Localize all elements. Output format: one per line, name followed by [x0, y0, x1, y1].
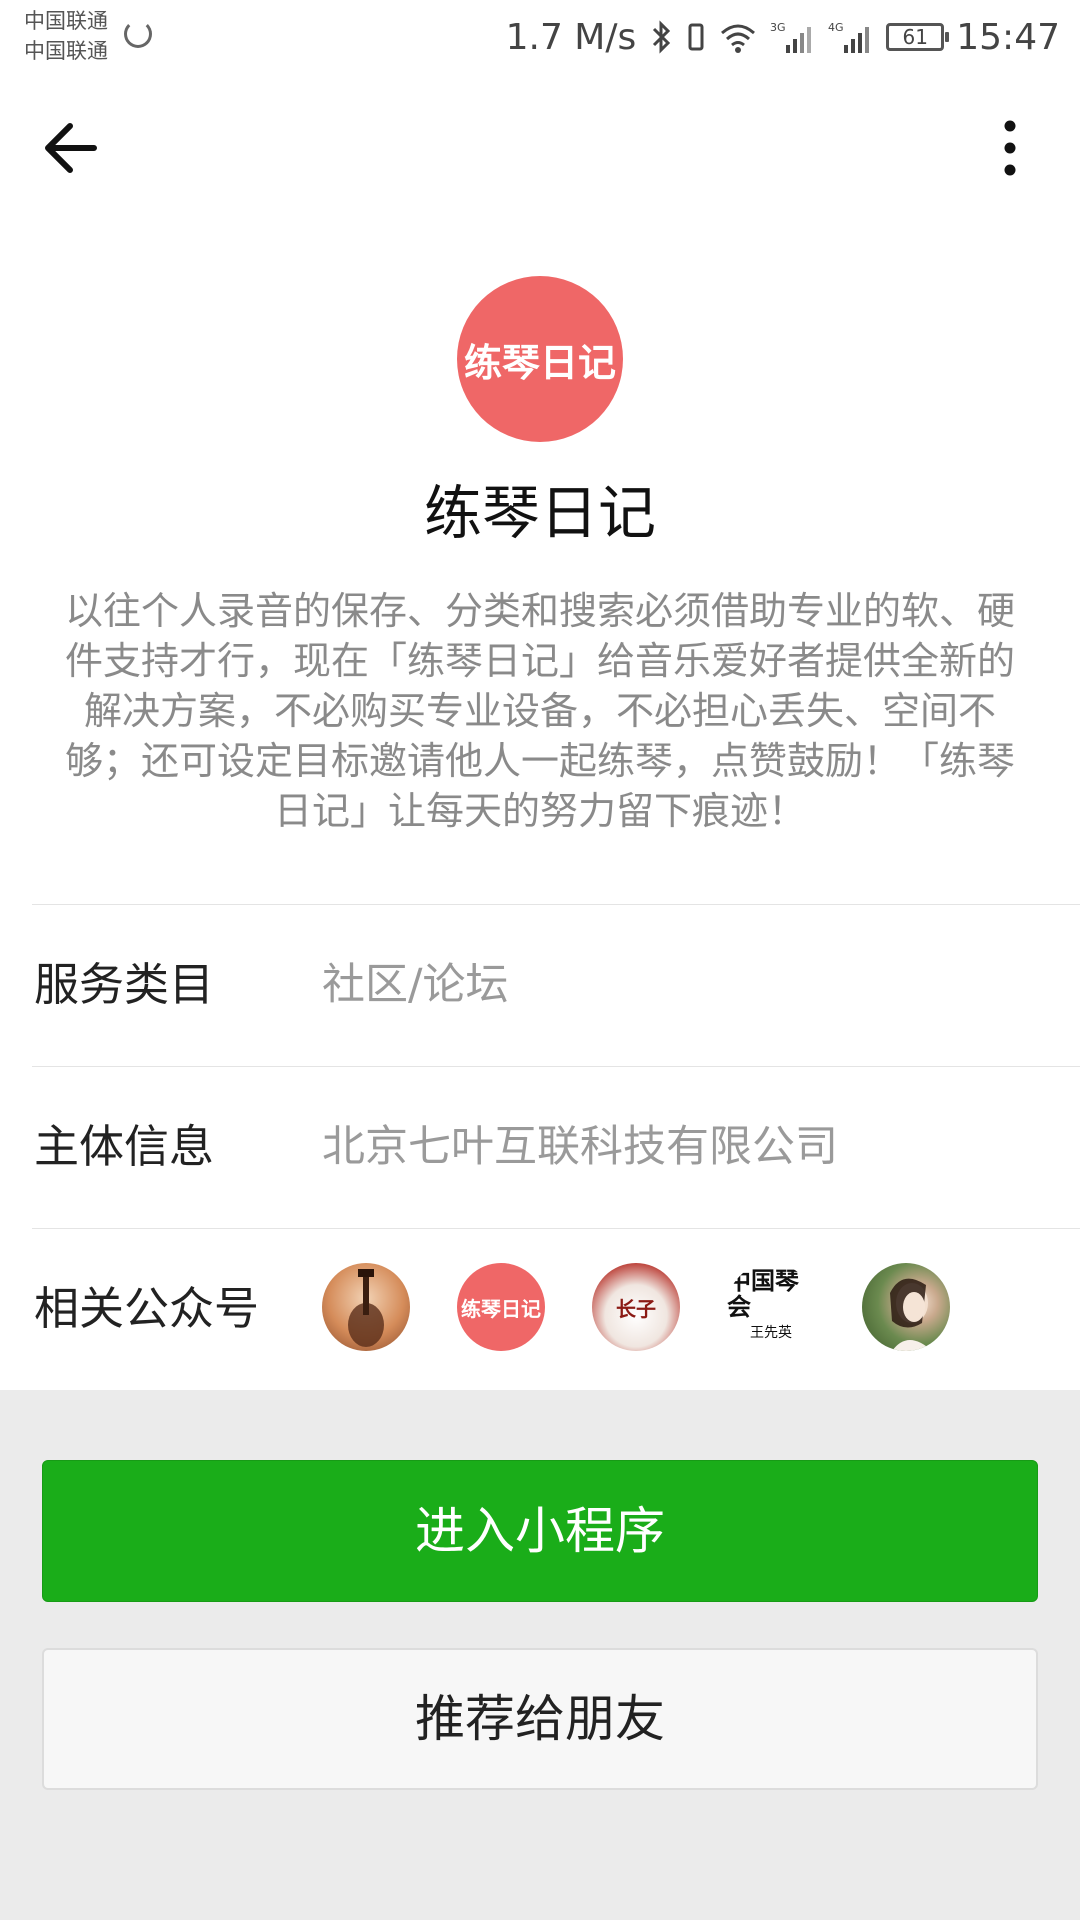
account-avatar-changzi[interactable]: 长子 — [592, 1263, 680, 1351]
app-logo: 练琴日记 — [457, 276, 623, 442]
account-avatar-changzi-text: 长子 — [616, 1296, 656, 1321]
signal-3g-label: 3G — [770, 21, 786, 34]
account-avatar-girl[interactable] — [862, 1263, 950, 1351]
back-button[interactable] — [36, 112, 108, 184]
clock: 15:47 — [956, 16, 1060, 58]
entity-info-row[interactable]: 主体信息 北京七叶互联科技有限公司 — [32, 1066, 1080, 1228]
bluetooth-icon — [648, 19, 674, 55]
carrier-info: 中国联通 中国联通 — [24, 6, 108, 66]
loading-spinner-icon — [124, 20, 152, 48]
status-right: 1.7 M/s 3G 4G 61 15:47 — [506, 12, 1060, 62]
service-category-label: 服务类目 — [34, 958, 215, 1011]
more-options-button[interactable] — [980, 108, 1040, 188]
account-avatar-lianqin[interactable]: 练琴日记 — [457, 1263, 545, 1351]
entity-info-label: 主体信息 — [34, 1120, 215, 1173]
signal-4g-label: 4G — [828, 21, 844, 34]
carrier-2: 中国联通 — [24, 39, 108, 63]
related-accounts-label: 相关公众号 — [34, 1282, 260, 1335]
vibrate-icon — [686, 19, 706, 55]
signal-4g-icon: 4G — [828, 19, 874, 55]
back-arrow-icon — [45, 123, 97, 173]
battery-icon: 61 — [886, 23, 950, 51]
account-avatar-qinhui-text: 中国琴会 — [727, 1267, 799, 1321]
signal-3g-icon: 3G — [770, 19, 816, 55]
battery-level: 61 — [902, 25, 928, 49]
bottom-actions: 进入小程序 推荐给朋友 — [0, 1390, 1080, 1920]
service-category-value: 社区/论坛 — [322, 960, 509, 1010]
service-category-row: 服务类目 社区/论坛 — [32, 904, 1080, 1066]
enter-mini-program-button[interactable]: 进入小程序 — [42, 1460, 1038, 1602]
account-avatar-guitar[interactable] — [322, 1263, 410, 1351]
top-nav — [0, 90, 1080, 200]
account-avatar-zhongguo-qinhui[interactable]: 中国琴会 王先英 — [727, 1263, 815, 1351]
guitar-image-icon — [348, 1269, 384, 1347]
more-vertical-icon — [1004, 120, 1016, 176]
app-logo-text: 练琴日记 — [463, 340, 616, 385]
app-description: 以往个人录音的保存、分类和搜索必须借助专业的软、硬件支持才行，现在「练琴日记」给… — [64, 589, 1015, 833]
status-bar: 中国联通 中国联通 1.7 M/s 3G 4G 61 15:47 — [0, 0, 1080, 76]
portrait-image-icon — [890, 1278, 932, 1351]
screen: 中国联通 中国联通 1.7 M/s 3G 4G 61 15:47 练琴日记 练琴… — [0, 0, 1080, 1920]
related-accounts-row: 相关公众号 练琴日记 长子 中国琴会 王先英 — [32, 1228, 1080, 1390]
related-accounts-list: 练琴日记 长子 中国琴会 王先英 — [322, 1263, 950, 1351]
account-avatar-lianqin-text: 练琴日记 — [461, 1296, 541, 1321]
account-avatar-qinhui-subtext: 王先英 — [750, 1325, 792, 1341]
network-speed: 1.7 M/s — [505, 16, 637, 58]
wifi-icon — [718, 19, 758, 55]
carrier-1: 中国联通 — [24, 9, 108, 33]
recommend-to-friend-button[interactable]: 推荐给朋友 — [42, 1648, 1038, 1790]
app-name: 练琴日记 — [423, 479, 656, 547]
entity-info-value: 北京七叶互联科技有限公司 — [322, 1122, 838, 1172]
